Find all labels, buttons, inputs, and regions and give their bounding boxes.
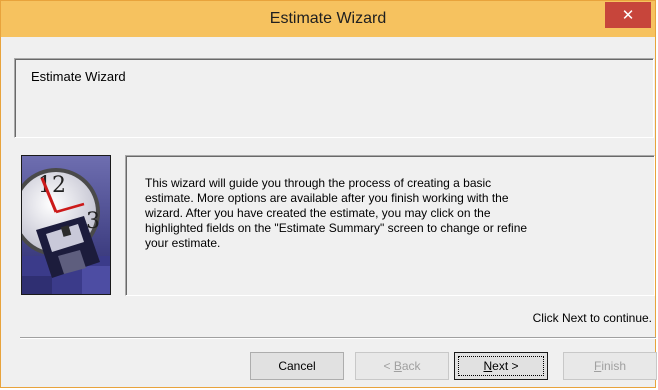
description-line: estimate. More options are available aft… xyxy=(145,191,509,205)
wizard-picture: 12 3 xyxy=(21,155,111,295)
close-button[interactable]: ✕ xyxy=(605,2,651,28)
header-panel: Estimate Wizard xyxy=(14,58,654,138)
continue-hint: Click Next to continue. xyxy=(532,311,652,325)
back-prefix: < xyxy=(383,359,394,373)
description-line: your estimate. xyxy=(145,236,221,250)
cancel-button[interactable]: Cancel xyxy=(250,352,344,380)
finish-button[interactable]: Finish xyxy=(563,352,657,380)
description-line: wizard. After you have created the estim… xyxy=(145,206,491,220)
description-panel: This wizard will guide you through the p… xyxy=(125,155,655,296)
focus-rectangle xyxy=(458,356,544,376)
description-line: This wizard will guide you through the p… xyxy=(145,176,492,190)
clock-number-12: 12 xyxy=(38,173,66,198)
description-line: highlighted fields on the "Estimate Summ… xyxy=(145,221,528,235)
next-button[interactable]: Next > xyxy=(454,352,548,380)
back-mnemonic: B xyxy=(393,359,402,373)
back-rest: ack xyxy=(401,359,421,373)
divider xyxy=(20,337,656,339)
header-label: Estimate Wizard xyxy=(31,69,126,84)
title-bar[interactable]: Estimate Wizard ✕ xyxy=(1,1,655,37)
clock-and-floppy-disk-icon: 12 3 xyxy=(22,156,110,294)
finish-rest: inish xyxy=(601,359,627,373)
back-button[interactable]: < Back xyxy=(355,352,449,380)
wizard-description: This wizard will guide you through the p… xyxy=(145,176,565,251)
window-title: Estimate Wizard xyxy=(269,10,387,27)
